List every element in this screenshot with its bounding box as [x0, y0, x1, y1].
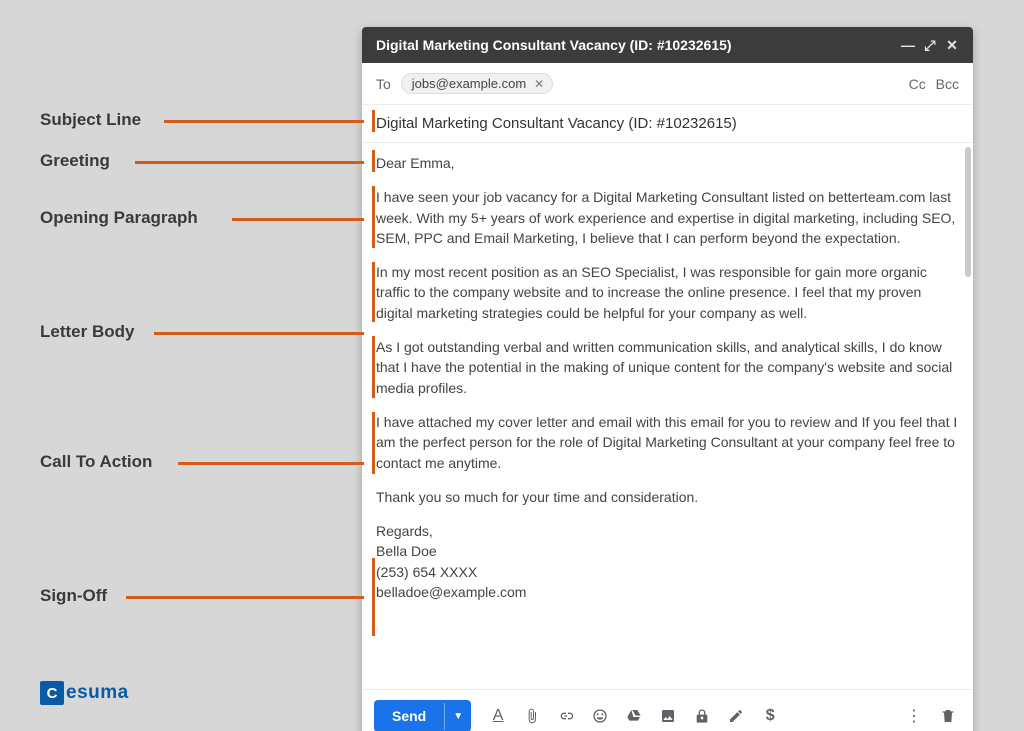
body-paragraph-2: As I got outstanding verbal and written …	[376, 337, 959, 398]
logo-mark: C	[40, 681, 64, 705]
annotation-marker	[372, 412, 375, 474]
subject-text: Digital Marketing Consultant Vacancy (ID…	[376, 115, 737, 132]
recipient-email: jobs@example.com	[412, 76, 526, 91]
email-body-textarea[interactable]: Dear Emma, I have seen your job vacancy …	[362, 143, 973, 689]
annotation-sign-off: Sign-Off	[40, 586, 107, 606]
cc-label[interactable]: Cc	[909, 76, 926, 92]
recipient-chip[interactable]: jobs@example.com ✕	[401, 73, 553, 94]
connector-line	[232, 218, 364, 221]
annotation-greeting: Greeting	[40, 151, 110, 171]
body-greeting: Dear Emma,	[376, 153, 959, 173]
compose-toolbar: Send ▼ A $ ⋮	[362, 689, 973, 731]
scrollbar[interactable]	[965, 147, 971, 277]
bcc-label[interactable]: Bcc	[936, 76, 959, 92]
annotation-marker	[372, 558, 375, 636]
send-label: Send	[374, 700, 444, 731]
connector-line	[178, 462, 364, 465]
attach-icon[interactable]	[519, 708, 545, 724]
connector-line	[126, 596, 364, 599]
body-email: belladoe@example.com	[376, 582, 959, 602]
annotation-marker	[372, 110, 375, 132]
compose-window: Digital Marketing Consultant Vacancy (ID…	[362, 27, 973, 731]
drive-icon[interactable]	[621, 708, 647, 724]
connector-line	[135, 161, 364, 164]
body-phone: (253) 654 XXXX	[376, 562, 959, 582]
logo-text: esuma	[66, 682, 129, 704]
annotation-opening-paragraph: Opening Paragraph	[40, 208, 198, 228]
photo-icon[interactable]	[655, 708, 681, 724]
annotation-subject-line: Subject Line	[40, 110, 141, 130]
window-title: Digital Marketing Consultant Vacancy (ID…	[376, 37, 897, 53]
annotation-marker	[372, 336, 375, 398]
body-cta: I have attached my cover letter and emai…	[376, 412, 959, 473]
annotation-marker	[372, 262, 375, 322]
annotation-marker	[372, 150, 375, 172]
expand-icon[interactable]: ⤢	[919, 34, 941, 56]
send-button[interactable]: Send ▼	[374, 700, 471, 731]
annotation-call-to-action: Call To Action	[40, 452, 152, 472]
send-more-dropdown[interactable]: ▼	[444, 703, 471, 730]
recipients-row[interactable]: To jobs@example.com ✕ Cc Bcc	[362, 63, 973, 105]
emoji-icon[interactable]	[587, 708, 613, 724]
brand-logo: C esuma	[40, 681, 129, 705]
annotation-marker	[372, 186, 375, 248]
to-label: To	[376, 76, 391, 92]
compose-header[interactable]: Digital Marketing Consultant Vacancy (ID…	[362, 27, 973, 63]
confidential-icon[interactable]	[689, 708, 715, 724]
link-icon[interactable]	[553, 708, 579, 724]
connector-line	[154, 332, 364, 335]
pen-icon[interactable]	[723, 708, 749, 724]
close-icon[interactable]: ✕	[941, 34, 963, 56]
dollar-icon[interactable]: $	[757, 707, 783, 725]
discard-icon[interactable]	[935, 708, 961, 724]
body-opening: I have seen your job vacancy for a Digit…	[376, 187, 959, 248]
cc-bcc-toggle[interactable]: Cc Bcc	[909, 76, 959, 92]
formatting-icon[interactable]: A	[485, 707, 511, 725]
minimize-icon[interactable]: —	[897, 34, 919, 56]
remove-recipient-icon[interactable]: ✕	[534, 77, 544, 91]
annotation-letter-body: Letter Body	[40, 322, 134, 342]
subject-input[interactable]: Digital Marketing Consultant Vacancy (ID…	[362, 105, 973, 143]
connector-line	[164, 120, 364, 123]
body-paragraph-1: In my most recent position as an SEO Spe…	[376, 262, 959, 323]
body-regards: Regards,	[376, 521, 959, 541]
body-thanks: Thank you so much for your time and cons…	[376, 487, 959, 507]
body-name: Bella Doe	[376, 541, 959, 561]
more-options-icon[interactable]: ⋮	[901, 706, 927, 726]
